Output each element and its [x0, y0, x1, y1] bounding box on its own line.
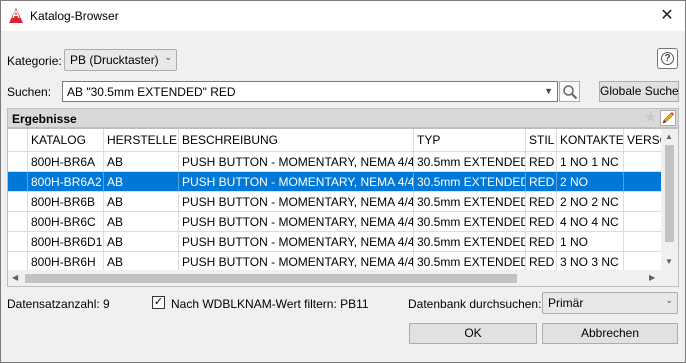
cell-beschreibung: PUSH BUTTON - MOMENTARY, NEMA 4/4X — [179, 172, 414, 192]
cell-versc — [624, 232, 664, 252]
scrollbar-corner — [661, 270, 678, 286]
cell-typ: 30.5mm EXTENDED — [414, 192, 526, 212]
cell-versc — [624, 152, 664, 172]
global-search-button[interactable]: Globale Suche — [599, 81, 679, 102]
cell-katalog: 800H-BR6A2 — [28, 172, 104, 192]
cell-row-handle — [8, 232, 28, 252]
search-icon — [563, 85, 578, 100]
cell-katalog: 800H-BR6A — [28, 152, 104, 172]
cell-kontakte: 3 NO 3 NC — [557, 252, 624, 272]
results-header: Ergebnisse ★ — [7, 108, 679, 128]
cell-beschreibung: PUSH BUTTON - MOMENTARY, NEMA 4/4X — [179, 192, 414, 212]
column-header-stil[interactable]: STIL — [526, 129, 557, 152]
cell-beschreibung: PUSH BUTTON - MOMENTARY, NEMA 4/4X — [179, 232, 414, 252]
help-button[interactable]: ? — [657, 48, 678, 69]
cell-katalog: 800H-BR6B — [28, 192, 104, 212]
cell-row-handle — [8, 192, 28, 212]
cell-beschreibung: PUSH BUTTON - MOMENTARY, NEMA 4/4X — [179, 252, 414, 272]
record-count: Datensatzanzahl: 9 — [7, 297, 110, 311]
cell-kontakte: 1 NO — [557, 232, 624, 252]
db-dropdown[interactable]: Primär ⌄ — [542, 292, 678, 314]
ok-button[interactable]: OK — [409, 323, 537, 344]
chevron-down-icon: ⌄ — [665, 295, 673, 305]
kategorie-dropdown[interactable]: PB (Drucktaster) ⌄ — [64, 49, 177, 71]
cell-kontakte: 4 NO 4 NC — [557, 212, 624, 232]
cell-versc — [624, 172, 664, 192]
cell-stil: RED — [526, 212, 557, 232]
vertical-scroll-thumb[interactable] — [665, 145, 674, 242]
column-header-katalog[interactable]: KATALOG — [28, 129, 104, 152]
cell-row-handle — [8, 172, 28, 192]
cell-beschreibung: PUSH BUTTON - MOMENTARY, NEMA 4/4X — [179, 212, 414, 232]
cell-versc — [624, 212, 664, 232]
cell-hersteller: AB — [104, 152, 179, 172]
scroll-left-icon[interactable]: ◀ — [12, 273, 18, 282]
window-title: Katalog-Browser — [30, 9, 119, 23]
kategorie-label: Kategorie: — [7, 54, 62, 68]
column-header-typ[interactable]: TYP — [414, 129, 526, 152]
checkmark-icon: ✓ — [153, 296, 164, 308]
cell-row-handle — [8, 152, 28, 172]
search-value: AB "30.5mm EXTENDED" RED — [67, 85, 236, 99]
cell-hersteller: AB — [104, 232, 179, 252]
star-icon[interactable]: ★ — [644, 109, 657, 127]
title-bar: A Katalog-Browser ✕ — [1, 1, 685, 31]
column-header-beschreibung[interactable]: BESCHREIBUNG — [179, 129, 414, 152]
search-label: Suchen: — [7, 85, 52, 99]
catalog-browser-dialog: A Katalog-Browser ✕ Kategorie: PB (Druck… — [0, 0, 686, 363]
horizontal-scroll-thumb[interactable] — [25, 274, 517, 283]
column-header-row-handle[interactable] — [8, 129, 28, 152]
cell-stil: RED — [526, 172, 557, 192]
db-value: Primär — [548, 296, 584, 310]
results-title: Ergebnisse — [12, 112, 77, 126]
cell-hersteller: AB — [104, 192, 179, 212]
cell-hersteller: AB — [104, 212, 179, 232]
filter-checkbox[interactable]: ✓ — [152, 296, 165, 309]
cell-versc — [624, 252, 664, 272]
cell-hersteller: AB — [104, 252, 179, 272]
chevron-down-icon[interactable]: ▼ — [544, 86, 553, 96]
cell-typ: 30.5mm EXTENDED — [414, 152, 526, 172]
cell-stil: RED — [526, 232, 557, 252]
results-table: KATALOG HERSTELLER BESCHREIBUNG TYP STIL KONT… — [7, 128, 679, 287]
search-input[interactable]: AB "30.5mm EXTENDED" RED ▼ — [62, 81, 558, 102]
kategorie-value: PB (Drucktaster) — [70, 53, 159, 67]
scroll-up-icon[interactable]: ▲ — [665, 132, 673, 141]
cell-row-handle — [8, 252, 28, 272]
column-header-hersteller[interactable]: HERSTELLER — [104, 129, 179, 152]
cancel-button[interactable]: Abbrechen — [542, 323, 678, 344]
edit-pencil-icon[interactable] — [660, 110, 676, 126]
autocad-app-icon: A — [9, 8, 23, 23]
cell-kontakte: 2 NO — [557, 172, 624, 192]
cell-stil: RED — [526, 152, 557, 172]
cell-stil: RED — [526, 252, 557, 272]
cell-typ: 30.5mm EXTENDED — [414, 252, 526, 272]
close-icon[interactable]: ✕ — [656, 5, 678, 27]
filter-label: Nach WDBLKNAM-Wert filtern: PB11 — [171, 297, 369, 311]
cell-hersteller: AB — [104, 172, 179, 192]
cell-typ: 30.5mm EXTENDED — [414, 232, 526, 252]
help-icon: ? — [661, 52, 674, 65]
cell-kontakte: 2 NO 2 NC — [557, 192, 624, 212]
search-button[interactable] — [559, 81, 580, 102]
cell-row-handle — [8, 212, 28, 232]
cell-beschreibung: PUSH BUTTON - MOMENTARY, NEMA 4/4X — [179, 152, 414, 172]
db-search-label: Datenbank durchsuchen: — [408, 297, 542, 311]
scroll-right-icon[interactable]: ▶ — [649, 273, 655, 282]
cell-typ: 30.5mm EXTENDED — [414, 172, 526, 192]
cell-katalog: 800H-BR6C — [28, 212, 104, 232]
vertical-scrollbar[interactable]: ▲ ▼ — [661, 129, 678, 270]
scroll-down-icon[interactable]: ▼ — [665, 257, 673, 266]
cell-katalog: 800H-BR6D1 — [28, 232, 104, 252]
cell-stil: RED — [526, 192, 557, 212]
column-header-versc[interactable]: VERSC — [624, 129, 664, 152]
chevron-down-icon: ⌄ — [164, 52, 172, 62]
cell-katalog: 800H-BR6H — [28, 252, 104, 272]
horizontal-scrollbar[interactable]: ◀ ▶ — [8, 270, 661, 286]
column-header-kontakte[interactable]: KONTAKTE — [557, 129, 624, 152]
cell-kontakte: 1 NO 1 NC — [557, 152, 624, 172]
cell-versc — [624, 192, 664, 212]
cell-typ: 30.5mm EXTENDED — [414, 212, 526, 232]
